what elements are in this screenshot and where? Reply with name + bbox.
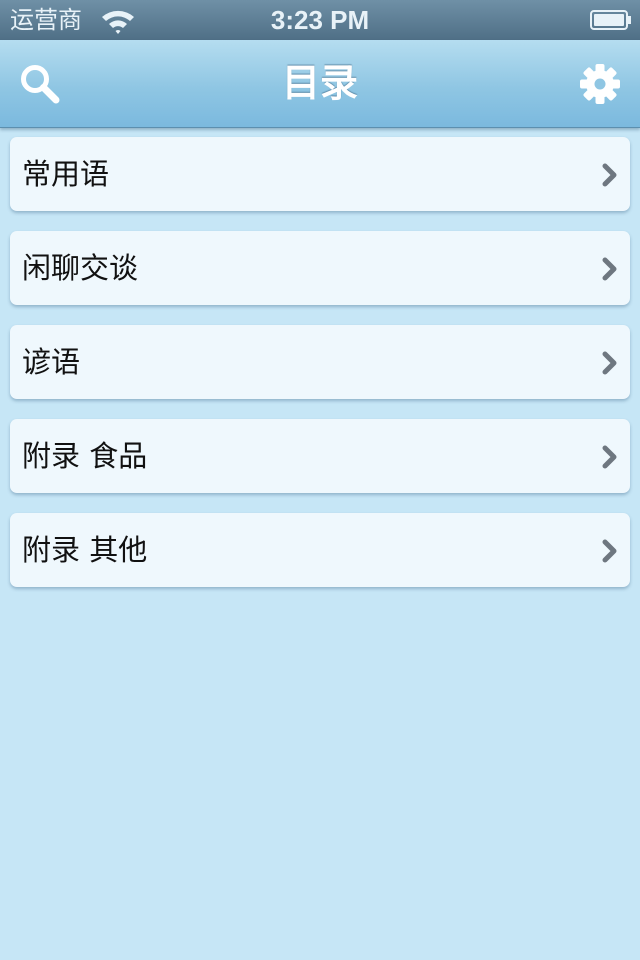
list-item-chat[interactable]: 闲聊交谈 — [10, 231, 630, 305]
list-item-label: 闲聊交谈 — [22, 251, 139, 285]
list-item-label: 常用语 — [22, 157, 110, 191]
list-item-label: 附录 其他 — [22, 533, 148, 567]
list-item-appendix-food[interactable]: 附录 食品 — [10, 419, 630, 493]
status-bar: 运营商 3:23 PM — [0, 0, 640, 40]
chevron-right-icon — [602, 539, 617, 563]
list-item-label: 附录 食品 — [22, 439, 148, 473]
chevron-right-icon — [602, 445, 617, 469]
gear-icon — [580, 64, 620, 104]
page-title: 目录 — [281, 61, 358, 105]
chevron-right-icon — [602, 163, 617, 187]
list-item-common-phrases[interactable]: 常用语 — [10, 137, 630, 211]
settings-button[interactable] — [576, 60, 624, 108]
chevron-right-icon — [602, 351, 617, 375]
status-time: 3:23 PM — [270, 5, 370, 35]
chevron-right-icon — [602, 257, 617, 281]
navigation-bar: 目录 — [0, 40, 640, 128]
list-item-proverbs[interactable]: 谚语 — [10, 325, 630, 399]
battery-icon — [590, 10, 631, 30]
category-list: 常用语 闲聊交谈 谚语 附录 食品 附录 其他 — [10, 137, 630, 607]
list-item-label: 谚语 — [22, 345, 81, 379]
list-item-appendix-other[interactable]: 附录 其他 — [10, 513, 630, 587]
